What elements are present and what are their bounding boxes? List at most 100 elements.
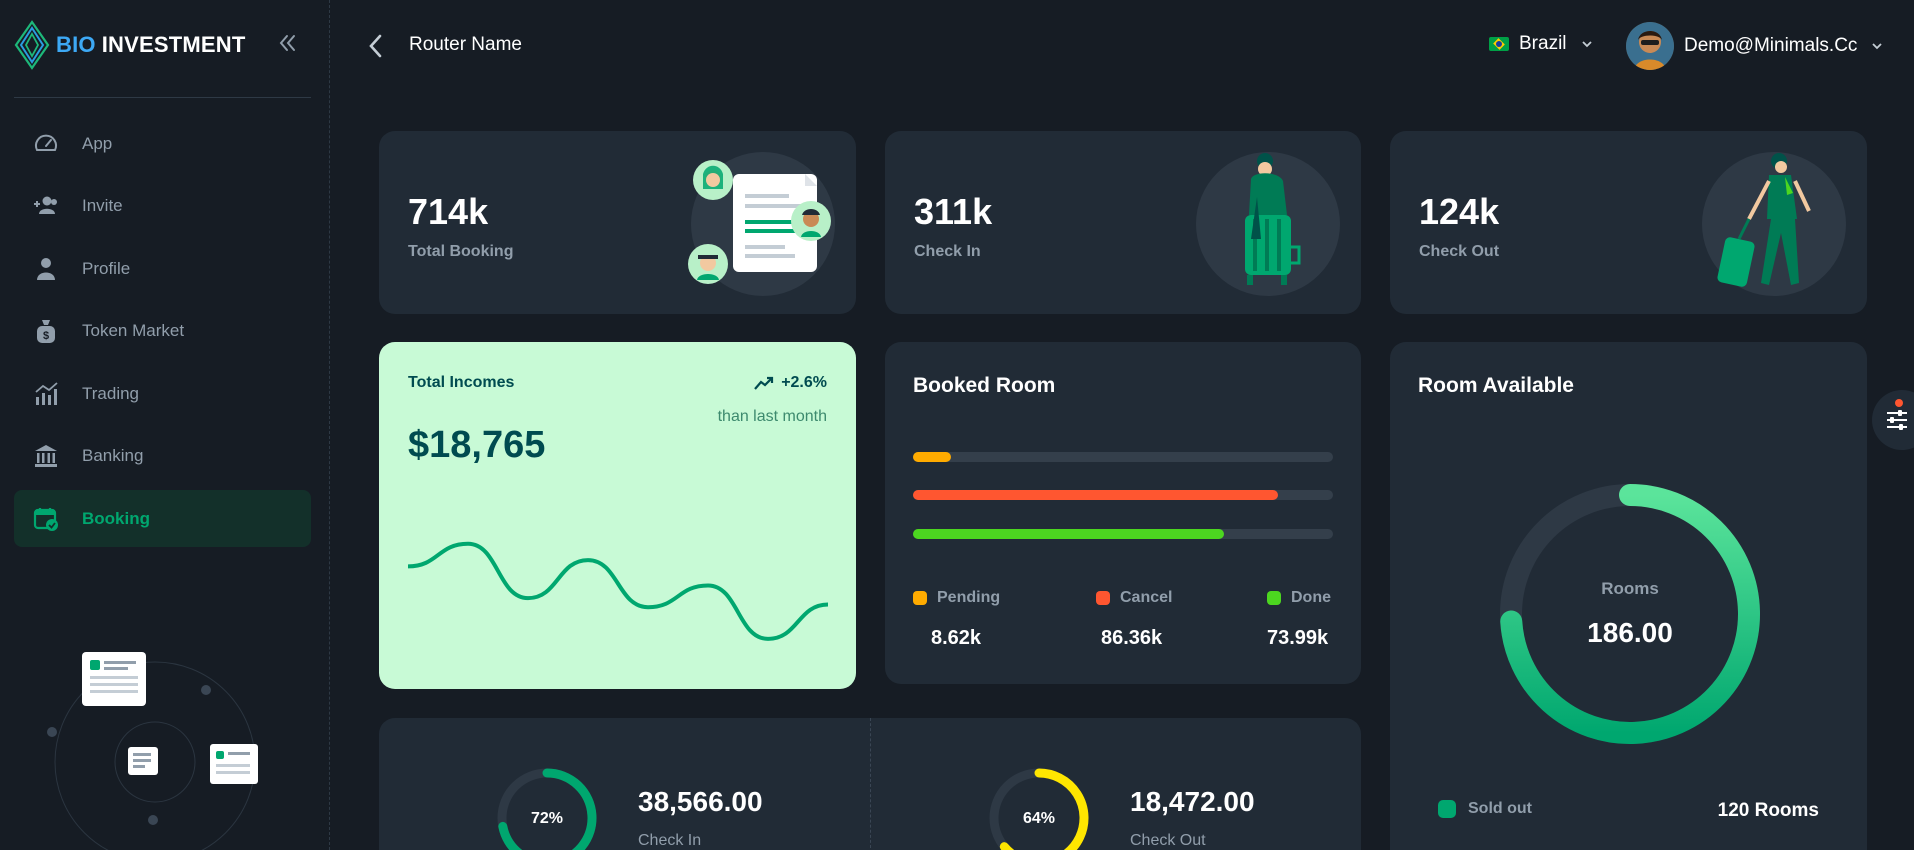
cancel-bar-fill bbox=[913, 490, 1279, 500]
settings-button[interactable] bbox=[1872, 390, 1914, 450]
income-trend-chart bbox=[408, 541, 828, 641]
sidebar-item-token-market[interactable]: $ Token Market bbox=[14, 303, 311, 360]
token-bag-icon: $ bbox=[32, 317, 60, 345]
sidebar-item-label: Banking bbox=[82, 446, 144, 465]
chevron-down-icon bbox=[1581, 41, 1592, 48]
brand-word-bio: BIO bbox=[56, 32, 96, 57]
brazil-flag-icon bbox=[1489, 37, 1509, 51]
sidebar-decorative-illustration bbox=[47, 652, 258, 850]
sidebar-item-label: Profile bbox=[82, 258, 131, 278]
stat-value: 714k bbox=[408, 191, 489, 232]
sidebar-item-booking[interactable]: Booking bbox=[14, 490, 311, 547]
sidebar-item-banking[interactable]: Banking bbox=[14, 428, 311, 485]
legend-swatch bbox=[913, 591, 927, 605]
check-out-label: Check Out bbox=[1130, 832, 1206, 849]
comparison-note: than last month bbox=[717, 408, 827, 425]
pending-bar-fill bbox=[913, 452, 951, 462]
change-value: +2.6% bbox=[781, 374, 827, 391]
trading-chart-icon bbox=[32, 380, 60, 408]
done-value: 73.99k bbox=[1267, 627, 1329, 649]
check-out-value: 18,472.00 bbox=[1130, 786, 1255, 817]
check-out-percent: 64% bbox=[1022, 810, 1056, 827]
language-label: Brazil bbox=[1519, 33, 1567, 54]
legend-label: Cancel bbox=[1120, 589, 1173, 606]
sidebar-item-label: Invite bbox=[82, 196, 123, 215]
check-in-percent: 72% bbox=[530, 810, 564, 827]
user-menu[interactable]: Demo@Minimals.Cc bbox=[1626, 22, 1887, 70]
chevron-left-icon bbox=[369, 34, 382, 58]
card-title: Room Available bbox=[1418, 374, 1574, 397]
top-header: Router Name Brazil Demo@Minimals.Cc bbox=[331, 0, 1914, 94]
income-amount: $18,765 bbox=[408, 424, 546, 466]
done-bar-fill bbox=[913, 529, 1224, 539]
check-in-traveler-illustration bbox=[1196, 152, 1340, 296]
sidebar: BIO INVESTMENT App Invite Profile $ Toke… bbox=[0, 0, 330, 850]
card-title: Total Incomes bbox=[408, 374, 515, 391]
sold-out-value: 120 Rooms bbox=[1717, 800, 1819, 821]
legend-swatch bbox=[1096, 591, 1110, 605]
donut-center-label: Rooms bbox=[1601, 579, 1659, 598]
svg-text:$: $ bbox=[43, 330, 49, 342]
sidebar-item-label: Booking bbox=[82, 508, 150, 528]
stat-card-total-booking: 714k Total Booking bbox=[379, 131, 856, 314]
back-button[interactable] bbox=[361, 30, 391, 62]
stat-value: 124k bbox=[1419, 191, 1500, 232]
user-icon bbox=[32, 255, 60, 283]
trending-up-icon bbox=[754, 376, 774, 390]
language-selector[interactable]: Brazil bbox=[1489, 33, 1597, 55]
sidebar-item-label: Trading bbox=[82, 383, 140, 403]
chevron-down-icon bbox=[1872, 43, 1883, 50]
section-divider bbox=[870, 718, 871, 848]
income-trend-line bbox=[408, 541, 828, 641]
stat-label: Check In bbox=[914, 243, 981, 260]
total-incomes-card: Total Incomes +2.6% than last month $18,… bbox=[379, 342, 856, 689]
cancel-value: 86.36k bbox=[1101, 627, 1163, 649]
legend-label: Pending bbox=[937, 589, 1001, 606]
calendar-check-icon bbox=[32, 505, 60, 533]
user-email: Demo@Minimals.Cc bbox=[1684, 35, 1858, 56]
page-title: Router Name bbox=[409, 34, 522, 55]
pending-progress-bar bbox=[913, 452, 1333, 462]
sidebar-divider bbox=[14, 97, 311, 98]
stat-card-check-in: 311k Check In bbox=[885, 131, 1361, 314]
check-in-ring bbox=[497, 768, 597, 850]
stat-label: Total Booking bbox=[408, 243, 514, 260]
dashboard-icon bbox=[32, 130, 60, 158]
invite-users-icon bbox=[32, 192, 60, 220]
legend-done: Done bbox=[1267, 589, 1331, 607]
sidebar-item-profile[interactable]: Profile bbox=[14, 240, 311, 297]
sidebar-item-trading[interactable]: Trading bbox=[14, 365, 311, 422]
check-in-label: Check In bbox=[638, 832, 702, 849]
legend-sold-out: Sold out bbox=[1438, 800, 1532, 818]
collapse-sidebar-button[interactable] bbox=[272, 28, 302, 58]
logo-icon bbox=[14, 20, 50, 70]
sidebar-item-label: Token Market bbox=[82, 321, 185, 340]
check-out-traveler-illustration bbox=[1702, 152, 1846, 296]
legend-label: Sold out bbox=[1468, 800, 1532, 817]
notification-dot bbox=[1895, 399, 1903, 407]
check-in-value: 38,566.00 bbox=[638, 786, 763, 817]
legend-swatch bbox=[1267, 591, 1281, 605]
legend-cancel: Cancel bbox=[1096, 589, 1172, 607]
stat-card-check-out: 124k Check Out bbox=[1390, 131, 1867, 314]
legend-swatch bbox=[1438, 800, 1456, 818]
bank-icon bbox=[32, 442, 60, 470]
booked-room-card: Booked Room Pending Cancel Done 8.62k 86… bbox=[885, 342, 1361, 684]
sidebar-item-invite[interactable]: Invite bbox=[14, 178, 311, 235]
brand-word-investment: INVESTMENT bbox=[101, 32, 246, 57]
avatar bbox=[1626, 22, 1674, 70]
check-out-ring bbox=[989, 768, 1089, 850]
legend-pending: Pending bbox=[913, 589, 1000, 607]
room-available-card: Room Available Rooms 186.00 Sold out 120… bbox=[1390, 342, 1867, 850]
booking-document-illustration bbox=[688, 152, 835, 296]
sidebar-nav: App Invite Profile $ Token Market Tradin… bbox=[14, 115, 311, 553]
check-summary-card: 72% 38,566.00 Check In 64% 18,472.00 Che… bbox=[379, 718, 1361, 850]
stat-value: 311k bbox=[914, 191, 993, 232]
trend-change: +2.6% bbox=[753, 374, 827, 392]
sidebar-item-app[interactable]: App bbox=[14, 115, 311, 172]
legend-label: Done bbox=[1291, 589, 1331, 606]
card-title: Booked Room bbox=[913, 374, 1056, 397]
sidebar-item-label: App bbox=[82, 133, 113, 153]
brand-logo[interactable]: BIO INVESTMENT bbox=[14, 20, 246, 70]
sliders-icon bbox=[1887, 410, 1907, 430]
